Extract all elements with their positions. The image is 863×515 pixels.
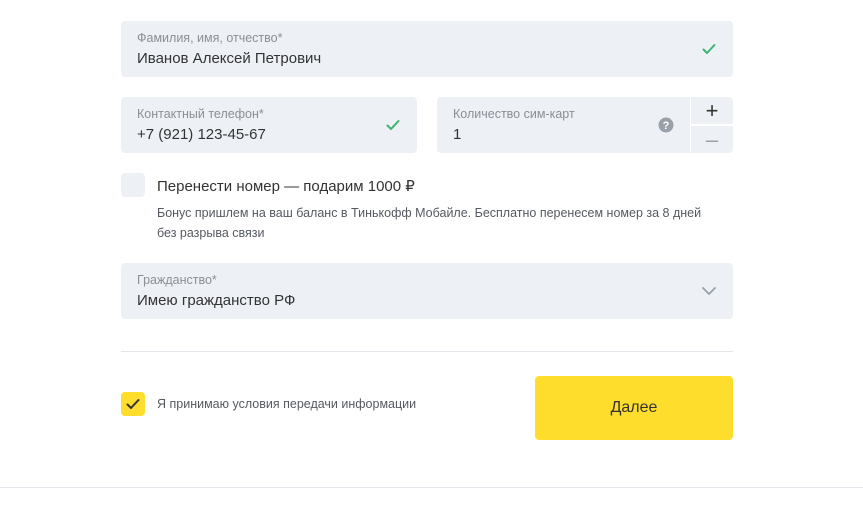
plus-icon: + bbox=[705, 97, 719, 123]
transfer-number-description-line2: без разрыва связи bbox=[157, 226, 265, 240]
full-name-field[interactable]: Фамилия, имя, отчество* Иванов Алексей П… bbox=[121, 21, 733, 77]
question-circle-icon[interactable]: ? bbox=[658, 117, 674, 133]
citizenship-value: Имею гражданство РФ bbox=[137, 292, 296, 309]
minus-icon: – bbox=[705, 126, 719, 152]
citizenship-label: Гражданство* bbox=[137, 273, 217, 287]
svg-text:?: ? bbox=[663, 120, 670, 132]
full-name-value[interactable]: Иванов Алексей Петрович bbox=[137, 50, 321, 67]
phone-label: Контактный телефон* bbox=[137, 107, 264, 121]
decrement-button[interactable]: – bbox=[691, 126, 733, 153]
phone-field[interactable]: Контактный телефон* +7 (921) 123-45-67 bbox=[121, 97, 417, 153]
check-icon bbox=[702, 44, 716, 54]
chevron-down-icon bbox=[702, 287, 716, 295]
footer-divider bbox=[0, 487, 863, 488]
sim-count-value[interactable]: 1 bbox=[453, 126, 461, 143]
transfer-number-description: Бонус пришлем на ваш баланс в Тинькофф М… bbox=[157, 206, 702, 220]
next-button-label: Далее bbox=[610, 399, 658, 416]
sim-count-field[interactable]: Количество сим-карт 1 ? bbox=[437, 97, 690, 153]
consent-checkbox[interactable] bbox=[121, 392, 145, 416]
transfer-number-checkbox[interactable] bbox=[121, 173, 145, 197]
form-divider bbox=[121, 351, 733, 352]
increment-button[interactable]: + bbox=[691, 97, 733, 124]
full-name-label: Фамилия, имя, отчество* bbox=[137, 31, 283, 45]
consent-label[interactable]: Я принимаю условия передачи информации bbox=[157, 397, 416, 411]
citizenship-select[interactable]: Гражданство* Имею гражданство РФ bbox=[121, 263, 733, 319]
check-icon bbox=[386, 120, 400, 130]
sim-count-label: Количество сим-карт bbox=[453, 107, 575, 121]
check-icon bbox=[126, 399, 140, 409]
phone-value[interactable]: +7 (921) 123-45-67 bbox=[137, 126, 266, 143]
next-button[interactable]: Далее bbox=[535, 376, 733, 440]
transfer-number-label[interactable]: Перенести номер — подарим 1000 ₽ bbox=[157, 177, 415, 195]
